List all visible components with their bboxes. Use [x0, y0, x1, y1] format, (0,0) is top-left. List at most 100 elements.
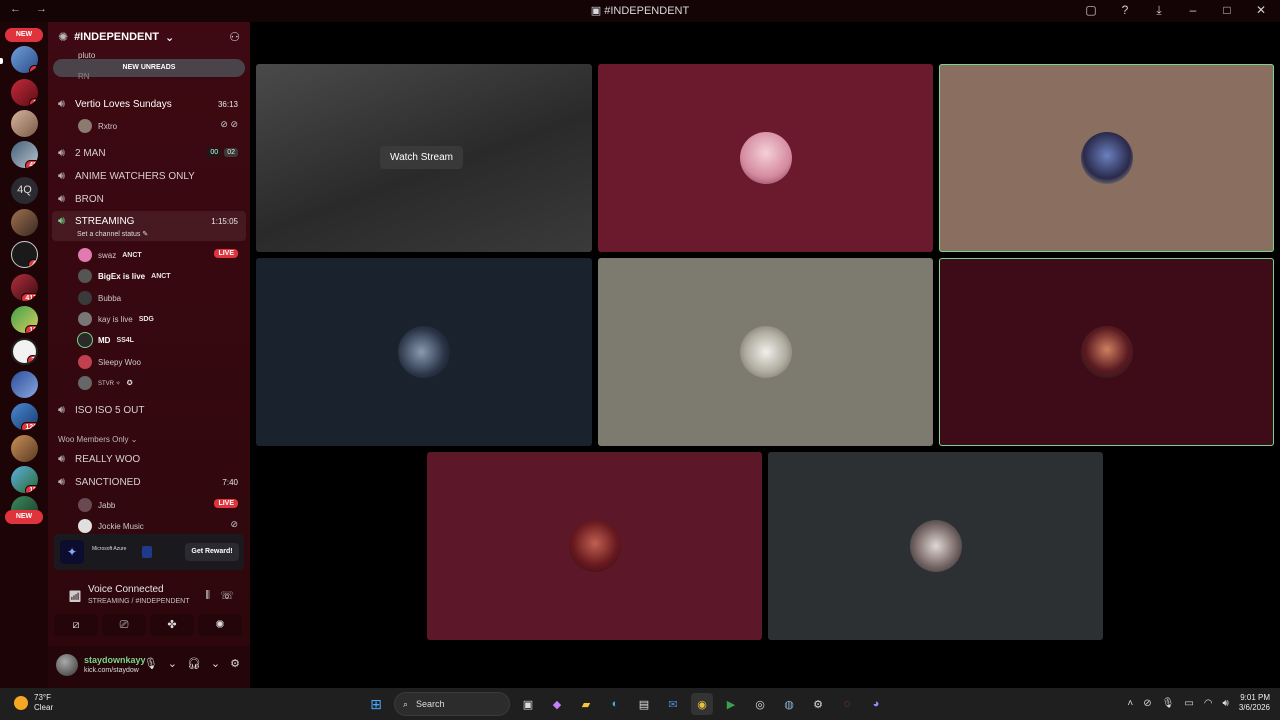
new-pill[interactable]: NEW: [5, 28, 43, 42]
steam-icon[interactable]: ◍: [778, 693, 800, 715]
voice-channel-sanctioned[interactable]: 🔊︎ SANCTIONED: [58, 476, 141, 489]
taskbar-search[interactable]: ⌕ Search: [394, 692, 510, 716]
server-header[interactable]: ✺ #INDEPENDENT ⌄: [58, 30, 174, 44]
voice-channel-really-woo[interactable]: 🔊︎ REALLY WOO: [58, 453, 140, 466]
stream-tile[interactable]: Watch Stream: [256, 64, 592, 252]
voice-user[interactable]: Rxtro: [78, 119, 117, 133]
avatar: [78, 519, 92, 533]
app-icon[interactable]: ▶: [720, 693, 742, 715]
server-icon[interactable]: 126: [11, 403, 38, 430]
weather-temp: 73°F: [34, 693, 51, 702]
voice-user[interactable]: MD SS4L: [78, 333, 134, 347]
server-icon[interactable]: 4: [11, 241, 38, 268]
weather-widget[interactable]: 73°F Clear: [14, 693, 53, 713]
voice-channel-streaming[interactable]: 🔊︎ STREAMING: [58, 215, 134, 228]
windows-start-icon[interactable]: ⊞: [365, 693, 387, 715]
settings-icon[interactable]: ⚙: [807, 693, 829, 715]
wifi-icon[interactable]: ◠: [1204, 698, 1213, 709]
voice-channel-bron[interactable]: 🔊︎ BRON: [58, 193, 104, 206]
username[interactable]: staydownkayy: [84, 655, 146, 665]
gear-icon[interactable]: ⚙: [230, 657, 240, 670]
voice-channel-vertio[interactable]: 🔊︎ Vertio Loves Sundays: [58, 98, 172, 111]
participant-tile[interactable]: [598, 258, 933, 446]
avatar[interactable]: [56, 654, 78, 676]
chevron-up-icon[interactable]: ˄: [1127, 698, 1133, 709]
category-header[interactable]: Woo Members Only ⌄: [58, 435, 137, 444]
chrome-icon[interactable]: ◉: [691, 693, 713, 715]
signal-icon[interactable]: 📶︎: [68, 590, 82, 603]
edge-icon[interactable]: ◐: [604, 693, 626, 715]
discord-icon[interactable]: ◕: [865, 693, 887, 715]
headphones-icon[interactable]: 🎧︎: [187, 657, 201, 670]
participant-tile[interactable]: [768, 452, 1103, 640]
watch-stream-button[interactable]: Watch Stream: [380, 146, 463, 169]
server-icon[interactable]: 45: [11, 141, 38, 168]
channel-status[interactable]: Set a channel status ✎: [77, 230, 148, 238]
voice-channel-path[interactable]: STREAMING / #INDEPENDENT: [88, 598, 190, 605]
voice-user[interactable]: kay is live SDG: [78, 312, 154, 326]
help-icon[interactable]: ?: [1118, 3, 1132, 18]
server-icon[interactable]: 18: [11, 306, 38, 333]
voice-connected-label[interactable]: Voice Connected: [88, 584, 164, 595]
voice-user[interactable]: swaz ANCT: [78, 248, 142, 262]
new-pill[interactable]: NEW: [5, 510, 43, 524]
voice-user[interactable]: Sleepy Woo: [78, 355, 141, 369]
noise-suppression-icon[interactable]: ⫼: [205, 590, 210, 601]
disconnect-icon[interactable]: ☏: [220, 589, 234, 602]
minimize-icon[interactable]: –: [1186, 3, 1200, 18]
server-icon[interactable]: [11, 371, 38, 398]
participant-tile[interactable]: [598, 64, 933, 252]
inbox-icon[interactable]: ▢: [1084, 3, 1098, 18]
soundboard-icon[interactable]: ✺: [198, 614, 242, 636]
voice-user[interactable]: Jabb: [78, 498, 115, 512]
app-icon[interactable]: ◎: [749, 693, 771, 715]
screen-share-icon[interactable]: ⎚: [102, 614, 146, 636]
chevron-down-icon[interactable]: ⌄: [168, 657, 177, 670]
server-icon[interactable]: 3: [11, 338, 38, 365]
server-icon[interactable]: 417: [11, 274, 38, 301]
volume-icon[interactable]: 🔊︎: [1223, 698, 1229, 709]
voice-channel-2man[interactable]: 🔊︎ 2 MAN: [58, 147, 106, 160]
voice-channel-anime[interactable]: 🔊︎ ANIME WATCHERS ONLY: [58, 170, 195, 183]
microphone-icon[interactable]: 🎙︎: [144, 657, 158, 670]
microphone-icon[interactable]: 🎙︎: [1162, 698, 1175, 709]
server-icon[interactable]: [11, 435, 38, 462]
server-icon[interactable]: 15: [11, 466, 38, 493]
windows-taskbar: 73°F Clear ⊞ ⌕ Search ▣ ◆ ▰ ◐ ▤ ✉ ◉ ▶ ◎ ◍ …: [0, 688, 1280, 720]
promo-banner[interactable]: ✦ Microsoft Azure Get Reward!: [54, 534, 244, 570]
maximize-icon[interactable]: □: [1220, 3, 1234, 18]
get-reward-button[interactable]: Get Reward!: [185, 543, 239, 561]
voice-channel-iso[interactable]: 🔊︎ ISO ISO 5 OUT: [58, 404, 144, 417]
participant-tile[interactable]: [256, 258, 592, 446]
participant-tile[interactable]: [427, 452, 762, 640]
copilot-icon[interactable]: ◆: [546, 693, 568, 715]
server-icon[interactable]: [11, 209, 38, 236]
voice-user[interactable]: BigEx is live ANCT: [78, 269, 171, 283]
participant-tile-speaking[interactable]: [939, 64, 1274, 252]
camera-off-icon[interactable]: ⧄: [54, 614, 98, 636]
task-view-icon[interactable]: ▣: [517, 693, 539, 715]
chevron-down-icon[interactable]: ⌄: [211, 657, 220, 670]
server-icon-text[interactable]: 4Q: [11, 177, 38, 204]
participant-tile-speaking[interactable]: [939, 258, 1274, 446]
display-icon[interactable]: ▭: [1184, 698, 1193, 709]
outlook-icon[interactable]: ✉: [662, 693, 684, 715]
network-off-icon[interactable]: ⊘: [1143, 698, 1151, 709]
voice-user[interactable]: Bubba: [78, 291, 121, 305]
voice-user[interactable]: RN: [78, 72, 90, 81]
clock[interactable]: 9:01 PM 3/6/2026: [1239, 693, 1270, 713]
avatar: [78, 333, 92, 347]
app-icon[interactable]: ◌: [836, 693, 858, 715]
voice-user[interactable]: Jockie Music: [78, 519, 144, 533]
invite-icon[interactable]: ⚇: [229, 30, 240, 44]
voice-user-name: RN: [78, 72, 90, 81]
close-icon[interactable]: ✕: [1254, 3, 1268, 18]
server-icon[interactable]: 1: [11, 79, 38, 106]
server-icon[interactable]: [11, 110, 38, 137]
file-explorer-icon[interactable]: ▰: [575, 693, 597, 715]
activities-icon[interactable]: ✤: [150, 614, 194, 636]
voice-user[interactable]: STVR ✧ ✪: [78, 376, 133, 390]
store-icon[interactable]: ▤: [633, 693, 655, 715]
download-icon[interactable]: ⤓: [1152, 3, 1166, 18]
server-icon[interactable]: 4: [11, 46, 38, 73]
